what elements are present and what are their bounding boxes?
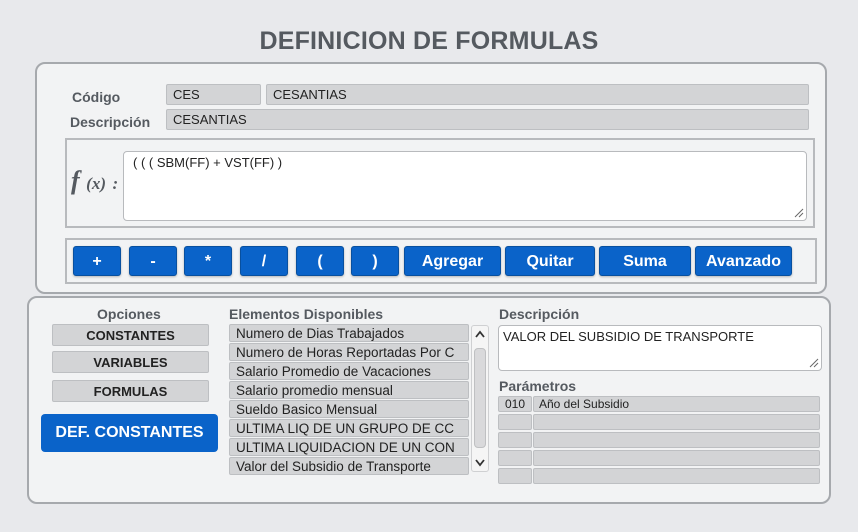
list-item[interactable]: Numero de Horas Reportadas Por C xyxy=(229,343,469,361)
scrollbar-thumb[interactable] xyxy=(474,348,486,448)
suma-button[interactable]: Suma xyxy=(599,246,691,276)
descripcion-textarea[interactable]: VALOR DEL SUBSIDIO DE TRANSPORTE xyxy=(498,325,822,371)
param-name[interactable] xyxy=(533,432,820,448)
list-item[interactable]: Salario promedio mensual xyxy=(229,381,469,399)
plus-button[interactable]: + xyxy=(73,246,121,276)
fx-label: f (x) : xyxy=(71,166,118,196)
elements-panel: Opciones CONSTANTES VARIABLES FORMULAS D… xyxy=(27,296,831,504)
page-title: DEFINICION DE FORMULAS xyxy=(259,27,599,55)
codigo-field[interactable]: CES xyxy=(166,84,261,105)
parametros-title: Parámetros xyxy=(499,378,577,394)
def-constantes-button[interactable]: DEF. CONSTANTES xyxy=(41,414,218,452)
list-item[interactable]: Numero de Dias Trabajados xyxy=(229,324,469,342)
chevron-up-icon[interactable] xyxy=(474,329,486,341)
avanzado-button[interactable]: Avanzado xyxy=(695,246,792,276)
fx-f: f xyxy=(71,166,80,195)
param-name[interactable]: Año del Subsidio xyxy=(533,396,820,412)
list-item[interactable]: Sueldo Basico Mensual xyxy=(229,400,469,418)
multiply-button[interactable]: * xyxy=(184,246,232,276)
elements-scrollbar[interactable] xyxy=(471,325,489,472)
descripcion-text: VALOR DEL SUBSIDIO DE TRANSPORTE xyxy=(503,329,754,344)
elementos-title: Elementos Disponibles xyxy=(229,306,384,322)
chevron-down-icon[interactable] xyxy=(474,456,486,468)
agregar-button[interactable]: Agregar xyxy=(404,246,501,276)
minus-button[interactable]: - xyxy=(129,246,177,276)
descripcion-label: Descripción xyxy=(70,114,151,130)
formula-box: f (x) : ( ( ( SBM(FF) + VST(FF) ) xyxy=(65,138,815,228)
resize-handle-icon[interactable] xyxy=(794,208,804,218)
codigo-name-field[interactable]: CESANTIAS xyxy=(266,84,809,105)
resize-handle-icon[interactable] xyxy=(809,358,819,368)
formula-text: ( ( ( SBM(FF) + VST(FF) ) xyxy=(133,155,283,170)
opciones-title: Opciones xyxy=(97,306,161,322)
operator-toolbar: + - * / ( ) Agregar Quitar Suma Avanzado xyxy=(65,238,817,284)
close-paren-button[interactable]: ) xyxy=(351,246,399,276)
codigo-label: Código xyxy=(72,89,121,105)
fx-colon: : xyxy=(112,174,119,193)
param-code[interactable] xyxy=(498,432,532,448)
list-item[interactable]: ULTIMA LIQUIDACION DE UN CON xyxy=(229,438,469,456)
list-item[interactable]: Valor del Subsidio de Transporte xyxy=(229,457,469,475)
descripcion-field[interactable]: CESANTIAS xyxy=(166,109,809,130)
param-name[interactable] xyxy=(533,414,820,430)
param-name[interactable] xyxy=(533,450,820,466)
param-code[interactable] xyxy=(498,468,532,484)
descripcion-title: Descripción xyxy=(499,306,580,322)
param-name[interactable] xyxy=(533,468,820,484)
formula-definition-panel: Código Descripción CES CESANTIAS CESANTI… xyxy=(35,62,827,294)
fx-x: (x) xyxy=(86,174,106,193)
param-code[interactable]: 010 xyxy=(498,396,532,412)
quitar-button[interactable]: Quitar xyxy=(505,246,595,276)
formula-textarea[interactable]: ( ( ( SBM(FF) + VST(FF) ) xyxy=(123,151,807,221)
divide-button[interactable]: / xyxy=(240,246,288,276)
list-item[interactable]: ULTIMA LIQ DE UN GRUPO DE CC xyxy=(229,419,469,437)
param-code[interactable] xyxy=(498,450,532,466)
open-paren-button[interactable]: ( xyxy=(296,246,344,276)
formulas-button[interactable]: FORMULAS xyxy=(52,380,209,402)
variables-button[interactable]: VARIABLES xyxy=(52,351,209,373)
list-item[interactable]: Salario Promedio de Vacaciones xyxy=(229,362,469,380)
constantes-button[interactable]: CONSTANTES xyxy=(52,324,209,346)
param-code[interactable] xyxy=(498,414,532,430)
